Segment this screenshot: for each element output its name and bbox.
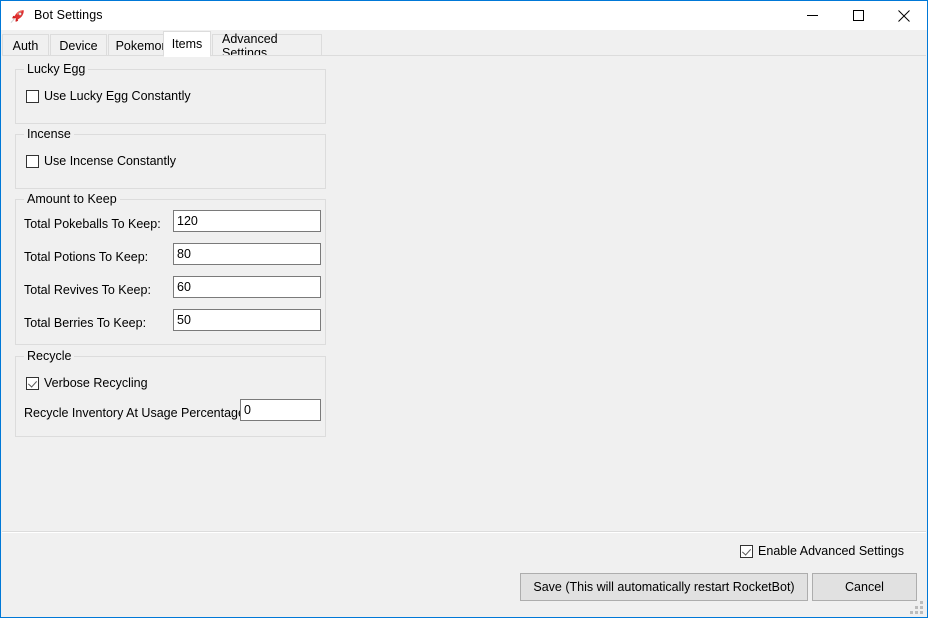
total-berries-input[interactable]	[173, 309, 321, 331]
tab-label: Device	[59, 39, 97, 53]
incense-group: Incense Use Incense Constantly	[15, 134, 326, 189]
save-button[interactable]: Save (This will automatically restart Ro…	[520, 573, 808, 601]
use-lucky-egg-checkbox-row[interactable]: Use Lucky Egg Constantly	[26, 90, 191, 103]
tab-label: Auth	[13, 39, 39, 53]
enable-advanced-settings-label: Enable Advanced Settings	[758, 545, 904, 558]
amount-to-keep-group: Amount to Keep Total Pokeballs To Keep: …	[15, 199, 326, 345]
total-revives-input[interactable]	[173, 276, 321, 298]
enable-advanced-settings-row[interactable]: Enable Advanced Settings	[740, 545, 904, 558]
total-revives-label: Total Revives To Keep:	[24, 284, 151, 297]
verbose-recycling-checkbox-row[interactable]: Verbose Recycling	[26, 377, 148, 390]
minimize-button[interactable]	[789, 1, 835, 30]
lucky-egg-group: Lucky Egg Use Lucky Egg Constantly	[15, 69, 326, 124]
enable-advanced-settings-checkbox[interactable]	[740, 545, 753, 558]
total-potions-input[interactable]	[173, 243, 321, 265]
close-button[interactable]	[881, 1, 927, 30]
cancel-button[interactable]: Cancel	[812, 573, 917, 601]
maximize-icon	[853, 10, 864, 21]
tab-strip: Auth Device Pokemon Items Advanced Setti…	[2, 30, 926, 56]
close-icon	[898, 10, 910, 22]
total-pokeballs-label: Total Pokeballs To Keep:	[24, 218, 161, 231]
verbose-recycling-checkbox[interactable]	[26, 377, 39, 390]
use-incense-checkbox-row[interactable]: Use Incense Constantly	[26, 155, 176, 168]
amount-to-keep-group-caption: Amount to Keep	[24, 192, 120, 206]
window-title: Bot Settings	[34, 9, 103, 22]
lucky-egg-group-caption: Lucky Egg	[24, 62, 88, 76]
total-pokeballs-input[interactable]	[173, 210, 321, 232]
incense-group-caption: Incense	[24, 127, 74, 141]
recycle-group-caption: Recycle	[24, 349, 74, 363]
use-incense-label: Use Incense Constantly	[44, 155, 176, 168]
use-lucky-egg-label: Use Lucky Egg Constantly	[44, 90, 191, 103]
verbose-recycling-label: Verbose Recycling	[44, 377, 148, 390]
recycle-percentage-label: Recycle Inventory At Usage Percentage:	[24, 407, 248, 420]
items-tab-page: Lucky Egg Use Lucky Egg Constantly Incen…	[2, 56, 926, 531]
recycle-group: Recycle Verbose Recycling Recycle Invent…	[15, 356, 326, 437]
title-bar[interactable]: Bot Settings	[1, 1, 927, 30]
tab-label: Items	[172, 37, 203, 51]
save-button-label: Save (This will automatically restart Ro…	[533, 580, 794, 594]
rocket-icon	[10, 8, 26, 24]
total-berries-label: Total Berries To Keep:	[24, 317, 146, 330]
recycle-percentage-input[interactable]	[240, 399, 321, 421]
total-potions-label: Total Potions To Keep:	[24, 251, 148, 264]
tab-items[interactable]: Items	[163, 31, 211, 57]
tab-auth[interactable]: Auth	[2, 34, 49, 56]
footer-bar: Enable Advanced Settings Save (This will…	[2, 533, 926, 617]
use-lucky-egg-checkbox[interactable]	[26, 90, 39, 103]
resize-grip[interactable]	[910, 601, 923, 614]
tab-advanced-settings[interactable]: Advanced Settings	[212, 34, 322, 56]
maximize-button[interactable]	[835, 1, 881, 30]
bot-settings-window: Bot Settings Auth Device Pokemon Items A…	[0, 0, 928, 618]
use-incense-checkbox[interactable]	[26, 155, 39, 168]
cancel-button-label: Cancel	[845, 580, 884, 594]
tab-device[interactable]: Device	[50, 34, 107, 56]
tab-label: Pokemon	[116, 39, 169, 53]
minimize-icon	[807, 10, 818, 21]
